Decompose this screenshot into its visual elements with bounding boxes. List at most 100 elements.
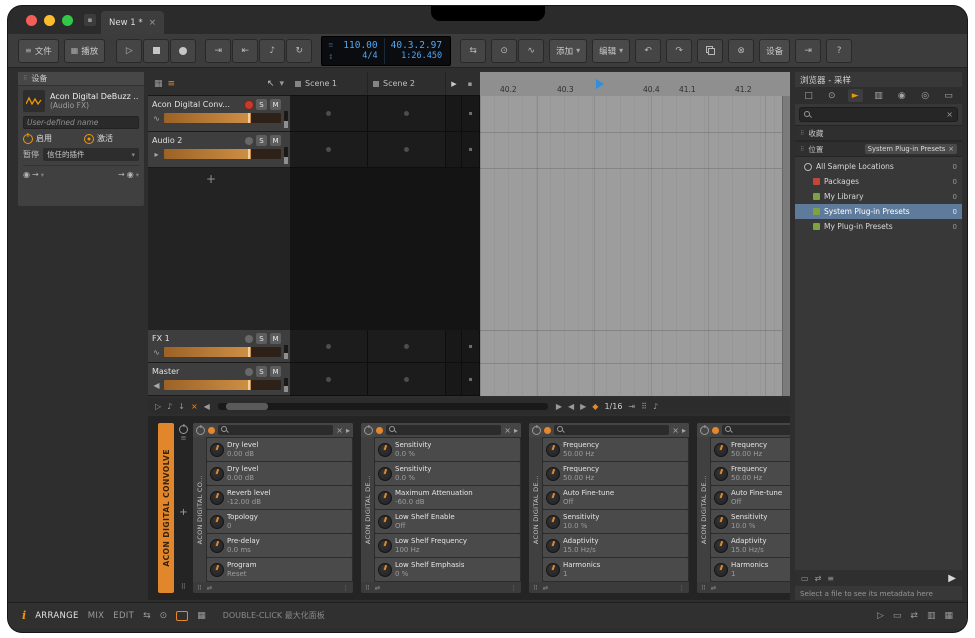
mute-button[interactable]: M — [270, 366, 281, 377]
play-scenes-icon[interactable]: ▶ — [446, 80, 462, 88]
more-icon[interactable]: ⋮ — [511, 584, 518, 592]
presets-icon[interactable]: ◉ — [894, 89, 909, 102]
parameter-knob[interactable] — [714, 491, 728, 505]
clip-slot[interactable] — [368, 363, 446, 396]
drag-handle-icon[interactable]: ⠿ — [181, 583, 186, 591]
audio-output-routing[interactable]: → ◉ ▾ — [118, 170, 139, 179]
mute-button[interactable]: M — [270, 99, 281, 110]
mixer-panel-icon[interactable]: ▦ — [944, 611, 953, 621]
browser-location-item[interactable]: Packages 0 — [795, 174, 962, 189]
add-device-button[interactable]: + — [179, 507, 187, 518]
track-name[interactable]: Master — [152, 367, 242, 376]
redo-button[interactable]: ↷ — [666, 39, 692, 63]
track-name[interactable]: Acon Digital Conv... — [152, 100, 242, 109]
volume-fader[interactable] — [164, 149, 281, 159]
grid-value[interactable]: 1/16 — [604, 402, 622, 411]
remote-page-icon[interactable] — [376, 427, 383, 434]
clip-stop-button[interactable]: ▪ — [462, 96, 480, 132]
volume-fader[interactable] — [164, 347, 281, 357]
parameter-knob[interactable] — [546, 515, 560, 529]
device-parameter[interactable]: Frequency 50.00 Hz — [543, 462, 688, 485]
expand-icon[interactable]: ▸ — [682, 426, 686, 435]
record-arm-button[interactable] — [245, 368, 253, 376]
track-name[interactable]: FX 1 — [152, 334, 242, 343]
arrangement-area[interactable] — [480, 96, 790, 396]
scroll-left-icon[interactable]: ◀ — [204, 402, 210, 411]
panel-right-toggle[interactable]: ⇥ — [795, 39, 821, 63]
close-tab-icon[interactable]: × — [149, 18, 157, 28]
swap-icon[interactable]: ⇄ — [543, 584, 548, 592]
device-parameter[interactable]: Reverb level -12.00 dB — [207, 486, 352, 509]
automation-follow-button[interactable]: ⊙ — [491, 39, 517, 63]
parameter-knob[interactable] — [210, 515, 224, 529]
device-parameter[interactable]: Frequency 50.00 Hz — [711, 438, 790, 461]
activate-toggle[interactable]: 激活 — [84, 133, 139, 144]
device-parameter[interactable]: Harmonics 1 — [711, 558, 790, 581]
parameter-knob[interactable] — [714, 563, 728, 577]
device-power-icon[interactable] — [532, 426, 541, 435]
project-tab[interactable]: New 1 * × — [101, 11, 164, 34]
modulators-icon[interactable]: ◎ — [918, 89, 933, 102]
user-defined-name-input[interactable] — [23, 116, 139, 129]
add-button[interactable]: 添加 ▾ — [549, 39, 587, 63]
device-parameter[interactable]: Frequency 50.00 Hz — [543, 438, 688, 461]
parameter-knob[interactable] — [546, 443, 560, 457]
enable-toggle[interactable]: 启用 — [23, 133, 78, 144]
file-menu-button[interactable]: ≡ 文件 — [18, 39, 59, 63]
parameter-knob[interactable] — [546, 539, 560, 553]
device-parameter[interactable]: Adaptivity 15.0 Hz/s — [711, 534, 790, 557]
close-icon[interactable]: × — [504, 426, 511, 435]
grid-layout-icon[interactable]: ▦ — [154, 79, 163, 89]
parameter-knob[interactable] — [546, 491, 560, 505]
solo-button[interactable]: S — [256, 135, 267, 146]
device-dehum-1[interactable]: × ▸ ACON DIGITAL DE... Frequency 50.00 H… — [529, 423, 689, 593]
device-power-icon[interactable] — [700, 426, 709, 435]
parameter-knob[interactable] — [378, 515, 392, 529]
stop-button[interactable] — [143, 39, 169, 63]
device-parameter[interactable]: Maximum Attenuation -60.0 dB — [375, 486, 520, 509]
device-convolve[interactable]: × ▸ ACON DIGITAL CO... Dry level 0.00 dB… — [193, 423, 353, 593]
device-parameter[interactable]: Sensitivity 10.0 % — [543, 510, 688, 533]
browser-location-item[interactable]: System Plug-in Presets 0 — [795, 204, 962, 219]
swap-icon[interactable]: ⇄ — [711, 584, 716, 592]
browser-results-area[interactable] — [795, 236, 962, 570]
list-layout-icon[interactable]: ≡ — [168, 79, 176, 89]
clip-slot[interactable] — [368, 132, 446, 168]
minimize-window-button[interactable] — [44, 15, 55, 26]
favorites-section-header[interactable]: ⠿ 收藏 — [795, 125, 962, 141]
expand-icon[interactable]: ▸ — [514, 426, 518, 435]
snap-icon[interactable]: ◆ — [592, 402, 598, 411]
preview-play-icon[interactable]: ▶ — [948, 573, 956, 584]
parameter-knob[interactable] — [210, 467, 224, 481]
track-name[interactable]: Audio 2 — [152, 136, 242, 145]
track-header-audio2[interactable]: Audio 2 S M ▸ — [148, 132, 290, 168]
files-icon[interactable]: ► — [848, 89, 863, 102]
locations-section-header[interactable]: ⠿ 位置 System Plug-in Presets × — [795, 141, 962, 157]
device-title-rail[interactable]: ACON DIGITAL DE... — [529, 437, 542, 582]
play-button[interactable]: ▷ — [116, 39, 142, 63]
drag-handle-icon[interactable]: ⠿ — [365, 584, 370, 592]
track-header-master[interactable]: Master S M ◀ — [148, 363, 290, 396]
remote-page-icon[interactable] — [712, 427, 719, 434]
record-arm-button[interactable] — [245, 101, 253, 109]
parameter-knob[interactable] — [714, 515, 728, 529]
device-search-input[interactable] — [554, 425, 669, 435]
scroll-right-icon[interactable]: ▶ — [556, 402, 562, 411]
more-icon[interactable]: ⋮ — [343, 584, 350, 592]
extend-icon[interactable]: ⇥ — [628, 402, 635, 411]
arranger-scrollbar[interactable] — [782, 96, 790, 396]
play-panel-icon[interactable]: ▷ — [877, 611, 884, 621]
arranger-timeline[interactable]: 40.2 40.3 40.4 41.1 41.2 — [480, 72, 790, 396]
clip-slot[interactable] — [290, 96, 368, 132]
auto-play-icon[interactable]: ⇄ — [815, 574, 822, 583]
device-title-rail[interactable]: ACON DIGITAL DE... — [361, 437, 374, 582]
volume-fader[interactable] — [164, 380, 281, 390]
scrollbar-thumb[interactable] — [226, 403, 268, 410]
device-panel-active-icon[interactable] — [176, 611, 188, 621]
remove-filter-icon[interactable]: × — [948, 145, 954, 153]
device-parameter[interactable]: Program Reset — [207, 558, 352, 581]
device-search-input[interactable] — [722, 425, 790, 435]
mixer-grid-icon[interactable]: ▦ — [197, 611, 206, 621]
remote-page-icon[interactable] — [208, 427, 215, 434]
drag-handle-icon[interactable]: ⠿ — [533, 584, 538, 592]
